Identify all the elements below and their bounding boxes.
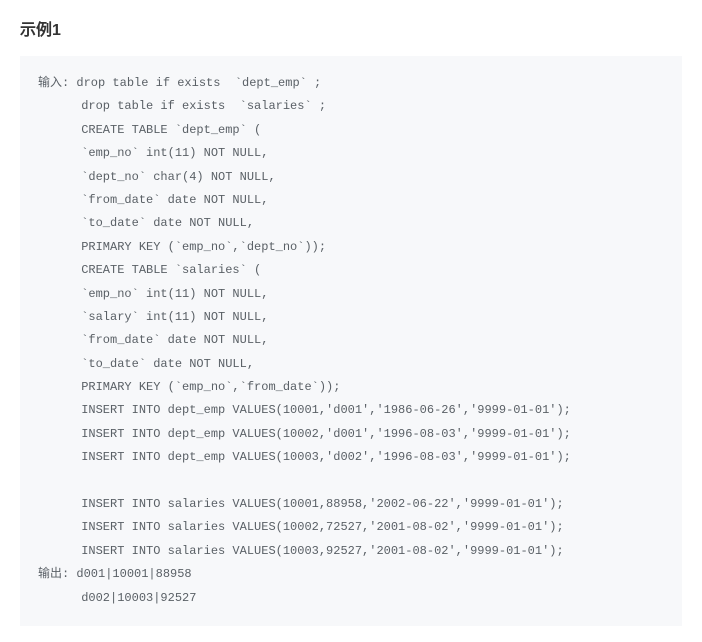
input-line: INSERT INTO salaries VALUES(10002,72527,… <box>38 516 664 539</box>
input-line: `salary` int(11) NOT NULL, <box>38 306 664 329</box>
input-line: CREATE TABLE `salaries` ( <box>38 259 664 282</box>
input-line: PRIMARY KEY (`emp_no`,`from_date`)); <box>38 376 664 399</box>
input-line: INSERT INTO dept_emp VALUES(10002,'d001'… <box>38 423 664 446</box>
input-line: drop table if exists `salaries` ; <box>38 95 664 118</box>
input-line: `to_date` date NOT NULL, <box>38 353 664 376</box>
code-block: 输入: drop table if exists `dept_emp` ; dr… <box>20 56 682 626</box>
input-line: INSERT INTO salaries VALUES(10003,92527,… <box>38 540 664 563</box>
input-line: `from_date` date NOT NULL, <box>38 189 664 212</box>
input-content: drop table if exists `dept_emp` ; <box>76 76 321 90</box>
input-section: 输入: drop table if exists `dept_emp` ; dr… <box>38 72 664 563</box>
input-line <box>38 470 664 493</box>
input-line: 输入: drop table if exists `dept_emp` ; <box>38 72 664 95</box>
input-label: 输入: <box>38 76 76 90</box>
output-section: 输出: d001|10001|88958 d002|10003|92527 <box>38 563 664 610</box>
output-label: 输出: <box>38 567 76 581</box>
example-title: 示例1 <box>20 16 682 40</box>
input-line: `to_date` date NOT NULL, <box>38 212 664 235</box>
input-line: `emp_no` int(11) NOT NULL, <box>38 283 664 306</box>
input-line: INSERT INTO salaries VALUES(10001,88958,… <box>38 493 664 516</box>
input-line: `from_date` date NOT NULL, <box>38 329 664 352</box>
input-line: `emp_no` int(11) NOT NULL, <box>38 142 664 165</box>
output-content: d001|10001|88958 <box>76 567 191 581</box>
input-line: CREATE TABLE `dept_emp` ( <box>38 119 664 142</box>
input-line: `dept_no` char(4) NOT NULL, <box>38 166 664 189</box>
input-line: PRIMARY KEY (`emp_no`,`dept_no`)); <box>38 236 664 259</box>
output-line: d002|10003|92527 <box>38 587 664 610</box>
input-line: INSERT INTO dept_emp VALUES(10003,'d002'… <box>38 446 664 469</box>
input-line: INSERT INTO dept_emp VALUES(10001,'d001'… <box>38 399 664 422</box>
